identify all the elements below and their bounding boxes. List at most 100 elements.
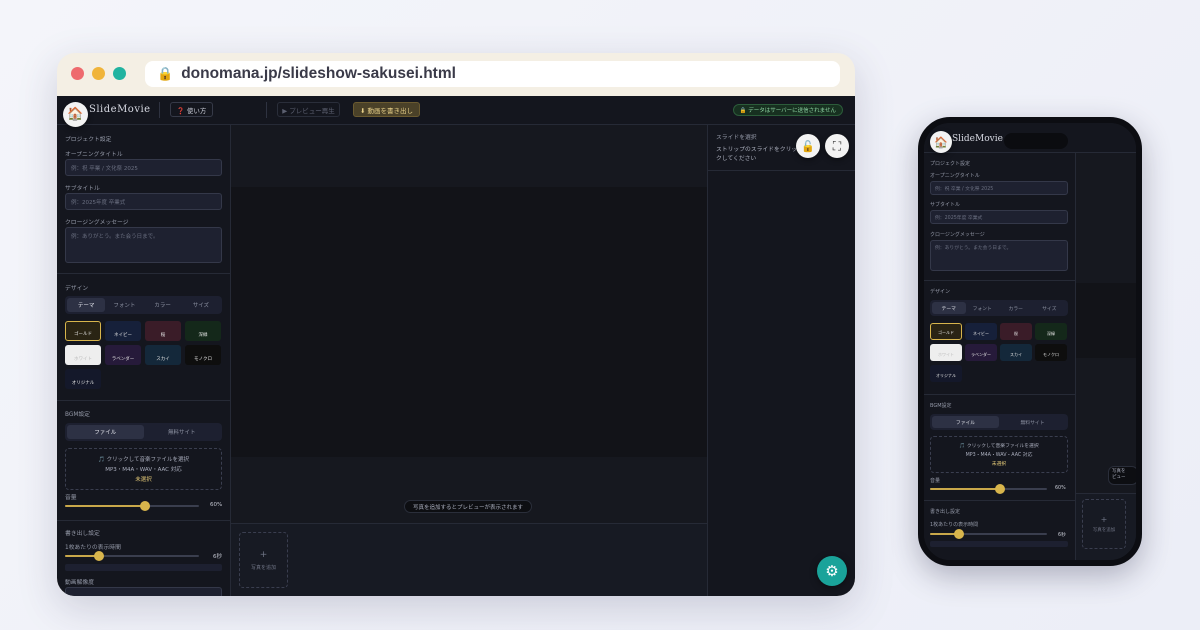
theme-swatch[interactable]: ネイビー (965, 323, 997, 340)
theme-swatch[interactable]: モノクロ (185, 345, 221, 365)
tab-size[interactable]: サイズ (1033, 302, 1067, 314)
volume-label: 音量 (930, 478, 941, 484)
theme-swatch[interactable]: オリジナル (930, 365, 962, 382)
tab-font[interactable]: フォント (105, 298, 143, 312)
slide-strip: + 写真を追加 (231, 523, 707, 596)
section-title-project: プロジェクト設定 (930, 161, 971, 167)
section-title-export: 書き出し設定 (930, 509, 961, 515)
opening-title-input[interactable]: 例：祝 卒業 / 文化祭 2025 (65, 159, 222, 176)
resolution-select[interactable] (65, 587, 222, 596)
theme-swatch[interactable]: ラベンダー (965, 344, 997, 361)
tab-color[interactable]: カラー (144, 298, 182, 312)
theme-swatch[interactable]: スカイ (145, 345, 181, 365)
dropzone-instruction: 🎵 クリックして音楽ファイルを選択 (98, 457, 189, 463)
bgm-file-status: 未選択 (991, 462, 1007, 467)
maximize-window-button[interactable] (113, 67, 126, 80)
theme-swatch[interactable]: ホワイト (65, 345, 101, 365)
theme-swatch[interactable]: オリジナル (65, 369, 101, 389)
fullscreen-button[interactable]: ⛶ (825, 134, 849, 158)
section-divider (924, 500, 1076, 501)
add-photo-button[interactable]: + 写真を追加 (239, 532, 288, 588)
preview-hint: 写真を追加するとプレビューが表示されます (404, 500, 533, 513)
section-divider (924, 280, 1076, 281)
dropzone-formats: MP3・M4A・WAV・AAC 対応 (105, 467, 182, 473)
volume-value: 60% (1055, 486, 1066, 491)
lock-toggle-button[interactable]: 🔓 (796, 134, 820, 158)
theme-swatch[interactable]: スカイ (1000, 344, 1032, 361)
tab-theme[interactable]: テーマ (932, 302, 966, 314)
duration-slider-handle[interactable] (93, 551, 104, 561)
subtitle-input[interactable]: 例：2025年度 卒業式 (65, 193, 222, 210)
dropzone-instruction: 🎵 クリックして音楽ファイルを選択 (959, 444, 1039, 449)
app-brand: SlideMovie (89, 104, 151, 115)
tab-bgm-free-sites[interactable]: 無料サイト (999, 416, 1066, 428)
volume-slider-fill (930, 488, 1001, 490)
preview-stage: 写真を追加するとプレビューが表示されます (231, 125, 707, 523)
section-divider (708, 170, 855, 171)
theme-swatch[interactable]: 深緑 (1035, 323, 1067, 340)
tab-bgm-free-sites[interactable]: 無料サイト (144, 425, 221, 439)
preview-play-button[interactable]: ▶ プレビュー再生 (277, 102, 340, 117)
tab-font[interactable]: フォント (966, 302, 1000, 314)
home-icon: 🏠 (934, 135, 948, 149)
subtitle-label: サブタイトル (65, 186, 100, 192)
opening-title-label: オープニングタイトル (930, 173, 980, 179)
bgm-tabs: ファイル 無料サイト (65, 423, 222, 441)
tab-bgm-file[interactable]: ファイル (67, 425, 144, 439)
theme-swatch[interactable]: ネイビー (105, 321, 141, 341)
music-file-dropzone[interactable]: 🎵 クリックして音楽ファイルを選択 MP3・M4A・WAV・AAC 対応 未選択 (65, 448, 222, 490)
section-title-design: デザイン (930, 289, 951, 295)
plus-icon: + (259, 549, 268, 560)
duration-slider-handle[interactable] (954, 529, 965, 539)
app-window: 🏠 SlideMovie ❓ 使い方 ▶ プレビュー再生 ⬇ 動画を書き出し 🔒… (57, 96, 855, 596)
tab-color[interactable]: カラー (999, 302, 1033, 314)
export-video-button[interactable]: ⬇ 動画を書き出し (353, 102, 420, 117)
duration-slider[interactable] (930, 529, 1047, 539)
preview-canvas (231, 187, 707, 457)
theme-swatch[interactable]: ラベンダー (105, 345, 141, 365)
help-button[interactable]: ❓ 使い方 (170, 102, 213, 117)
add-photo-button[interactable]: + 写真を追加 (1082, 499, 1126, 549)
add-photo-label: 写真を追加 (250, 564, 276, 571)
phone-preview-hint: 写真を ピュー (1108, 466, 1136, 485)
duration-slider[interactable] (65, 551, 199, 561)
minimize-window-button[interactable] (92, 67, 105, 80)
opening-title-input[interactable]: 例：祝 卒業 / 文化祭 2025 (930, 181, 1068, 195)
close-window-button[interactable] (71, 67, 84, 80)
closing-message-textarea[interactable]: 例：ありがとう。また会う日まで。 (930, 240, 1068, 271)
theme-swatch[interactable]: ゴールド (65, 321, 101, 341)
tab-bgm-file[interactable]: ファイル (932, 416, 999, 428)
theme-swatch[interactable]: モノクロ (1035, 344, 1067, 361)
volume-slider-handle[interactable] (140, 501, 151, 511)
duration-hint-bar (65, 564, 222, 571)
closing-message-label: クロージングメッセージ (65, 220, 129, 226)
design-tabs: テーマ フォント カラー サイズ (65, 296, 222, 314)
theme-swatch[interactable]: 桜 (145, 321, 181, 341)
phone-home-button[interactable]: 🏠 (930, 131, 952, 153)
preview-area: 写真を追加するとプレビューが表示されます + 写真を追加 (231, 125, 707, 596)
toolbar-divider (266, 102, 267, 118)
volume-slider[interactable] (930, 484, 1047, 494)
volume-slider-handle[interactable] (995, 484, 1006, 494)
home-button[interactable]: 🏠 (63, 102, 88, 127)
browser-window: 🔒 donomana.jp/slideshow-sakusei.html 🏠 S… (57, 53, 855, 596)
design-tabs: テーマ フォント カラー サイズ (930, 300, 1068, 316)
tab-theme[interactable]: テーマ (67, 298, 106, 312)
theme-swatch[interactable]: 桜 (1000, 323, 1032, 340)
tab-size[interactable]: サイズ (182, 298, 220, 312)
privacy-badge: 🔒 データはサーバーに送信されません (732, 104, 843, 116)
theme-swatch[interactable]: ホワイト (930, 344, 962, 361)
duration-label: 1枚あたりの表示時間 (65, 545, 121, 551)
volume-slider[interactable] (65, 501, 199, 511)
url-text: donomana.jp/slideshow-sakusei.html (181, 65, 456, 82)
subtitle-input[interactable]: 例：2025年度 卒業式 (930, 210, 1068, 224)
closing-message-textarea[interactable]: 例：ありがとう。また会う日まで。 (65, 227, 222, 263)
closing-message-label: クロージングメッセージ (930, 232, 985, 238)
music-file-dropzone[interactable]: 🎵 クリックして音楽ファイルを選択 MP3・M4A・WAV・AAC 対応 未選択 (930, 436, 1068, 473)
resolution-label: 動画解像度 (65, 580, 94, 586)
address-bar[interactable]: 🔒 donomana.jp/slideshow-sakusei.html (145, 61, 840, 87)
settings-fab[interactable]: ⚙ (817, 556, 847, 586)
theme-swatch[interactable]: ゴールド (930, 323, 962, 340)
section-divider (57, 273, 230, 274)
theme-swatch[interactable]: 深緑 (185, 321, 221, 341)
